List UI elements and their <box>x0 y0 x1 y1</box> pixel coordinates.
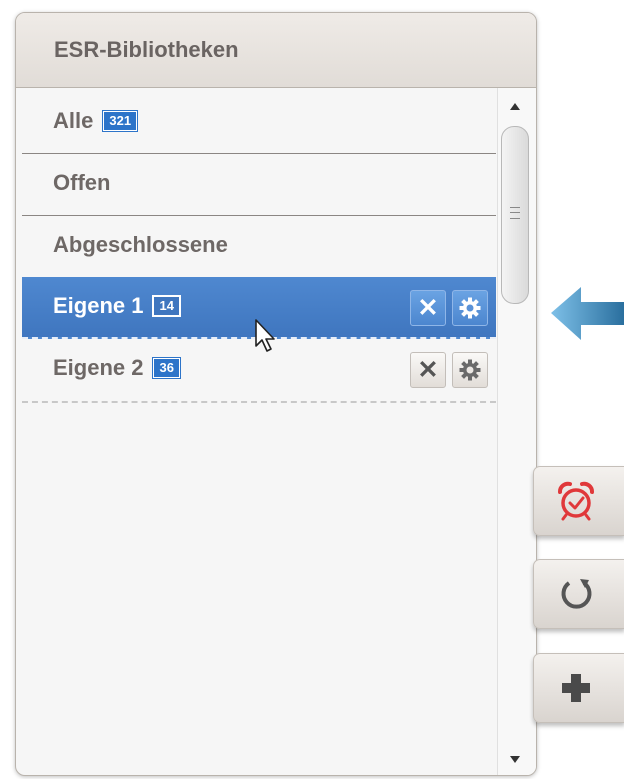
scroll-thumb[interactable] <box>501 126 529 304</box>
delete-button[interactable]: ✕ <box>410 290 446 326</box>
library-item-label: Eigene 2 <box>53 355 144 380</box>
library-item-eigene-1[interactable]: Eigene 1 14 ✕ <box>22 277 496 352</box>
count-badge: 36 <box>152 357 181 379</box>
pointer-arrow-icon <box>551 287 624 340</box>
library-item-offen[interactable]: Offen <box>22 154 496 216</box>
gear-icon <box>459 359 481 381</box>
library-item-eigene-2[interactable]: Eigene 2 36 ✕ <box>22 339 496 403</box>
library-item-label: Abgeschlossene <box>53 232 228 257</box>
panel-title: ESR-Bibliotheken <box>54 37 239 62</box>
refresh-icon <box>561 579 592 609</box>
library-item-label: Offen <box>53 170 111 195</box>
panel-header: ESR-Bibliotheken <box>16 13 536 88</box>
alarm-button[interactable] <box>533 466 624 536</box>
gear-icon <box>459 297 481 319</box>
plus-icon <box>562 674 590 702</box>
library-list: Alle 321 Offen Abgeschlossene Eigene 1 14 … <box>22 92 496 403</box>
settings-button[interactable] <box>452 290 488 326</box>
row-actions: ✕ <box>404 352 488 388</box>
add-button[interactable] <box>533 653 624 723</box>
settings-button[interactable] <box>452 352 488 388</box>
scroll-up-arrow-icon[interactable] <box>510 103 520 110</box>
alarm-clock-icon <box>558 481 594 521</box>
scrollbar[interactable] <box>497 88 536 775</box>
delete-button[interactable]: ✕ <box>410 352 446 388</box>
library-item-label: Alle <box>53 108 94 133</box>
row-actions: ✕ <box>404 290 488 326</box>
count-badge: 14 <box>152 295 181 317</box>
close-icon: ✕ <box>417 356 439 384</box>
grip-icon <box>510 207 520 219</box>
scroll-down-arrow-icon[interactable] <box>510 756 520 763</box>
library-item-label: Eigene 1 <box>53 293 144 318</box>
library-item-abgeschlossene[interactable]: Abgeschlossene <box>22 216 496 277</box>
count-badge: 321 <box>102 110 139 132</box>
close-icon: ✕ <box>417 294 439 322</box>
library-panel: ESR-Bibliotheken Alle 321 Offen Abgeschlo… <box>15 12 537 776</box>
library-item-alle[interactable]: Alle 321 <box>22 92 496 154</box>
refresh-button[interactable] <box>533 559 624 629</box>
